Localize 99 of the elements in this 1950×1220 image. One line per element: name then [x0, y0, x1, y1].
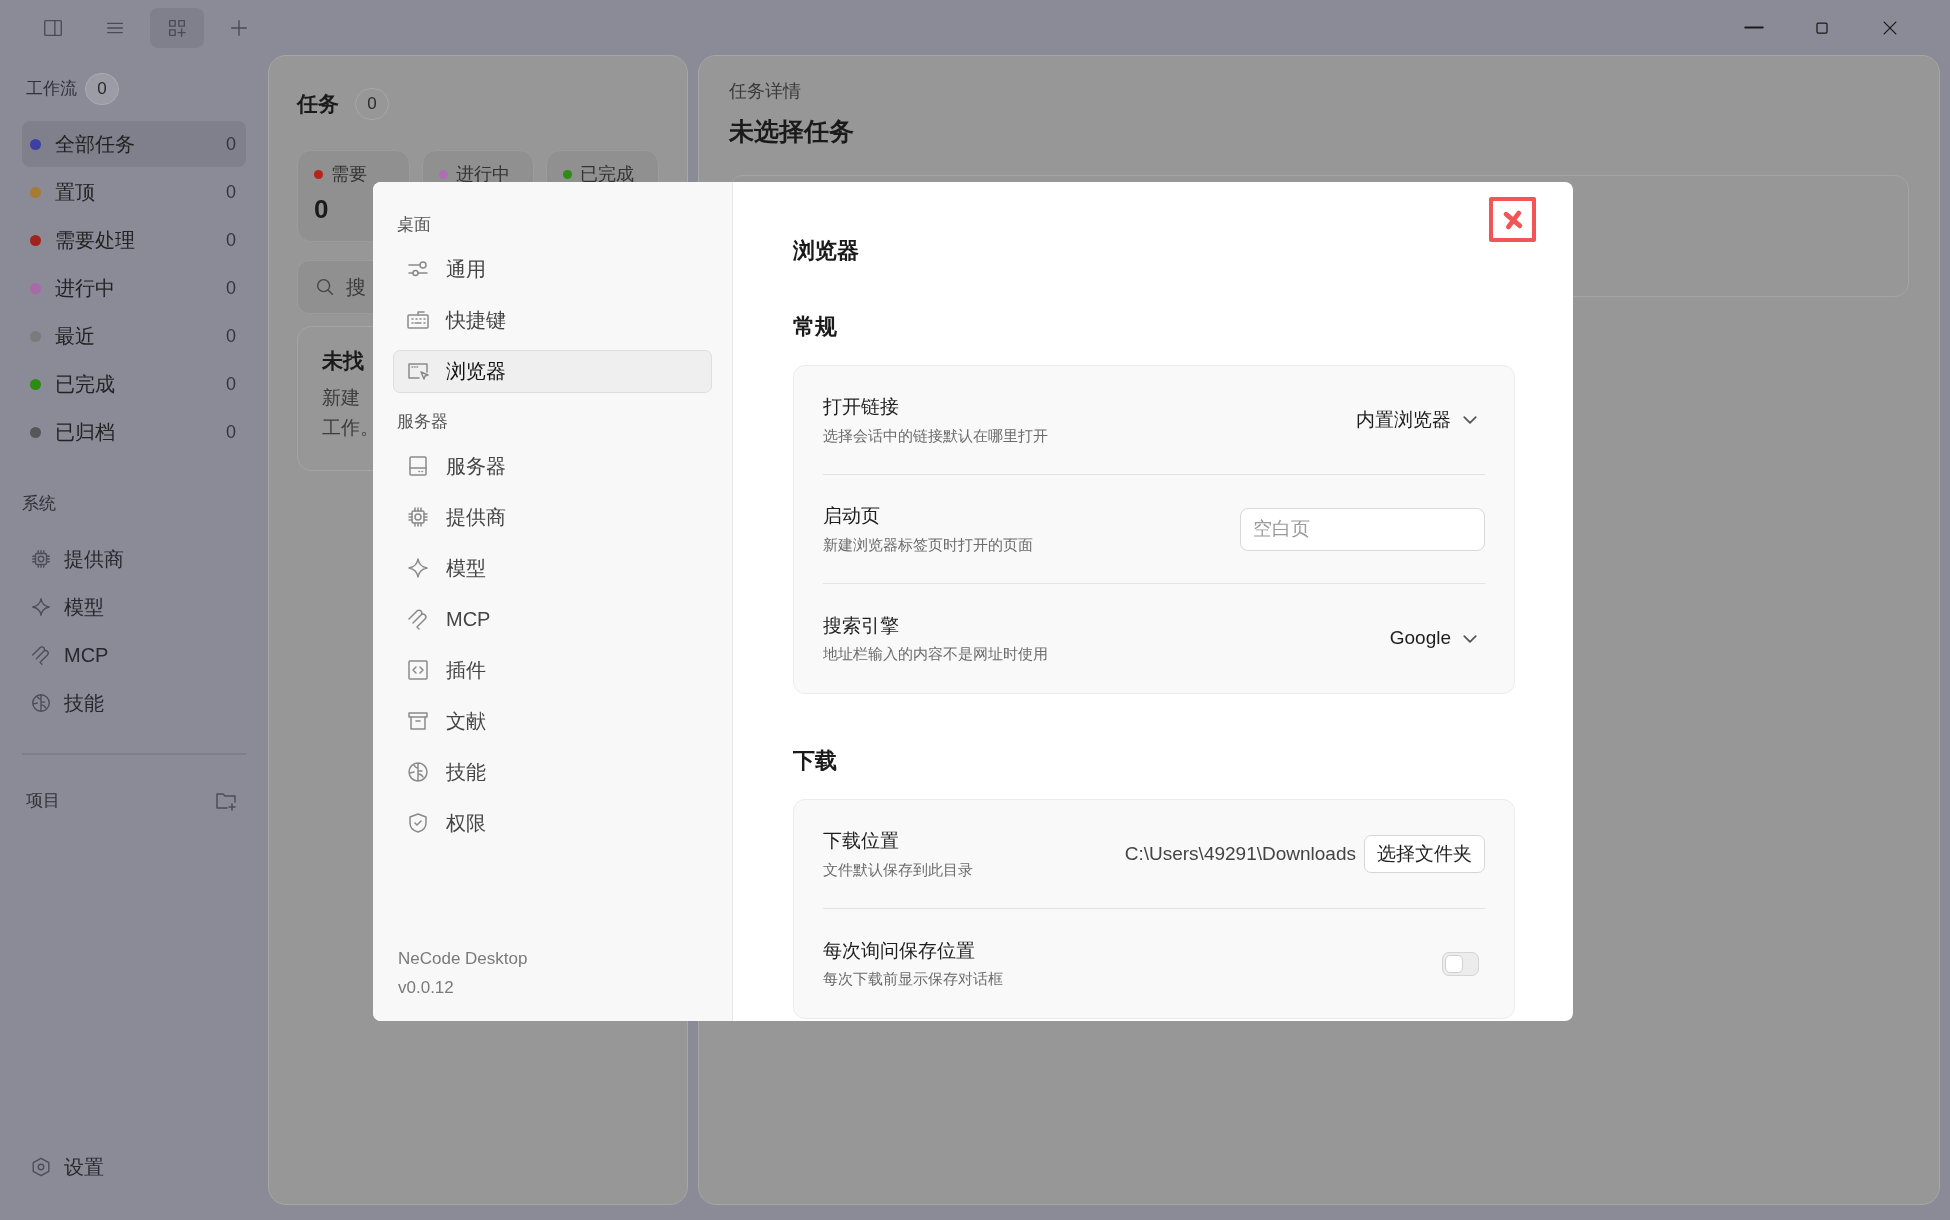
setting-label: 每次询问保存位置 [823, 938, 976, 963]
sparkle-icon [30, 595, 52, 618]
app-version: v0.0.12 [398, 977, 455, 1000]
nav-heading: 桌面 [396, 214, 432, 236]
sidebar-item[interactable]: 模型 [22, 582, 246, 631]
setting-description: 新建浏览器标签页时打开的页面 [823, 534, 1033, 555]
search-placeholder: 搜 [346, 275, 366, 300]
stat-label: 需要 [331, 163, 367, 186]
item-count: 0 [226, 276, 236, 300]
setting-label: 搜索引擎 [823, 613, 900, 638]
toggle-switch[interactable] [1442, 951, 1479, 976]
nav-item[interactable]: 权限 [393, 801, 712, 844]
setting-description: 每次下载前显示保存对话框 [823, 969, 1003, 989]
nav-item[interactable]: 快捷键 [393, 298, 712, 342]
item-label: 最近 [55, 324, 95, 349]
empty-text: 新建 [322, 385, 360, 410]
section-title: 常规 [793, 313, 838, 341]
nav-item[interactable]: 技能 [393, 750, 712, 793]
count-badge: 0 [355, 88, 389, 120]
item-count: 0 [226, 324, 236, 348]
setting-description: 文件默认保存到此目录 [823, 859, 973, 880]
item-label: 置顶 [55, 180, 95, 205]
settings-icon [30, 1156, 52, 1178]
section-heading: 项目 [26, 789, 60, 812]
nav-item[interactable]: 服务器 [393, 444, 712, 487]
count-badge: 0 [85, 73, 119, 105]
nav-item[interactable]: 文献 [393, 699, 712, 742]
item-label: 进行中 [55, 276, 115, 301]
minimize-icon [1744, 26, 1764, 29]
sidebar-item[interactable]: 需要处理 0 [22, 217, 246, 263]
stat-label: 已完成 [580, 163, 635, 186]
path-text: C:\Users\49291\Downloads [1124, 841, 1356, 866]
item-label: MCP [64, 642, 109, 668]
empty-title: 未找 [322, 348, 364, 374]
sidebar-item[interactable]: 提供商 [22, 534, 246, 583]
sidebar-item[interactable]: 全部任务 0 [22, 121, 246, 167]
sidebar-item[interactable]: 置顶 0 [22, 169, 246, 215]
dialog-title: 浏览器 [793, 237, 860, 265]
setting-label: 打开链接 [823, 395, 900, 419]
item-count: 0 [226, 228, 236, 252]
item-label: 需要处理 [55, 228, 135, 253]
sidebar-item[interactable]: MCP [22, 630, 246, 679]
item-count: 0 [226, 180, 236, 204]
nav-item[interactable]: 浏览器 [393, 349, 712, 393]
sidebar-item[interactable]: 进行中 0 [22, 265, 246, 311]
sidebar-item[interactable]: 最近 0 [22, 313, 246, 359]
server-icon [406, 453, 430, 478]
chip-icon [30, 547, 52, 570]
sidebar-item[interactable]: 已完成 0 [22, 361, 246, 407]
select-dropdown[interactable]: Google [1381, 624, 1485, 653]
sparkle-icon [406, 555, 430, 580]
keyboard-icon [406, 308, 430, 332]
item-count: 0 [226, 420, 236, 444]
nav-item[interactable]: 通用 [393, 247, 712, 291]
item-label: 模型 [64, 594, 104, 620]
choose-folder-button[interactable]: 选择文件夹 [1364, 835, 1485, 873]
item-label: 提供商 [64, 546, 124, 572]
settings-item[interactable]: 设置 [22, 1143, 246, 1191]
brain-icon [406, 759, 430, 784]
item-label: 已归档 [55, 420, 115, 445]
select-dropdown[interactable]: 内置浏览器 [1348, 405, 1485, 435]
nav-item[interactable]: MCP [393, 597, 712, 640]
section-heading: 系统 [22, 493, 57, 515]
item-label: 全部任务 [55, 132, 135, 157]
section-heading: 工作流 [26, 78, 77, 101]
app-name: NeCode Desktop [398, 948, 529, 971]
stat-label: 进行中 [455, 163, 510, 186]
nav-heading: 服务器 [396, 410, 449, 433]
search-icon [314, 276, 336, 298]
item-count: 0 [226, 372, 236, 396]
setting-description: 地址栏输入的内容不是网址时使用 [823, 644, 1048, 664]
link-strokes-icon [30, 643, 52, 666]
sidebar-item[interactable]: 已归档 0 [22, 409, 246, 455]
setting-label: 启动页 [823, 504, 881, 528]
text-field[interactable]: 空白页 [1240, 507, 1485, 551]
close-button[interactable] [1489, 197, 1536, 242]
brain-icon [30, 691, 52, 714]
panel-title: 任务 [297, 91, 339, 118]
empty-text: 工作。 [322, 415, 379, 440]
item-count: 0 [226, 132, 236, 156]
chip-icon [406, 504, 430, 529]
chevron-down-icon [1463, 416, 1477, 424]
panel-title: 未选择任务 [729, 116, 855, 147]
code-icon [406, 657, 430, 682]
item-label: 已完成 [55, 372, 115, 397]
setting-label: 下载位置 [823, 829, 900, 853]
nav-item[interactable]: 插件 [393, 648, 712, 691]
chevron-down-icon [1463, 634, 1477, 643]
stat-value: 0 [314, 193, 330, 226]
nav-item[interactable]: 模型 [393, 546, 712, 589]
item-label: 技能 [64, 690, 104, 716]
grid-plus-button[interactable] [150, 7, 204, 48]
item-label: 设置 [64, 1155, 104, 1180]
shield-check-icon [406, 810, 430, 835]
section-title: 下载 [793, 747, 838, 775]
setting-description: 选择会话中的链接默认在哪里打开 [823, 425, 1048, 446]
sidebar-item[interactable]: 技能 [22, 678, 246, 727]
nav-item[interactable]: 提供商 [393, 495, 712, 538]
panel-subtitle: 任务详情 [729, 80, 802, 103]
